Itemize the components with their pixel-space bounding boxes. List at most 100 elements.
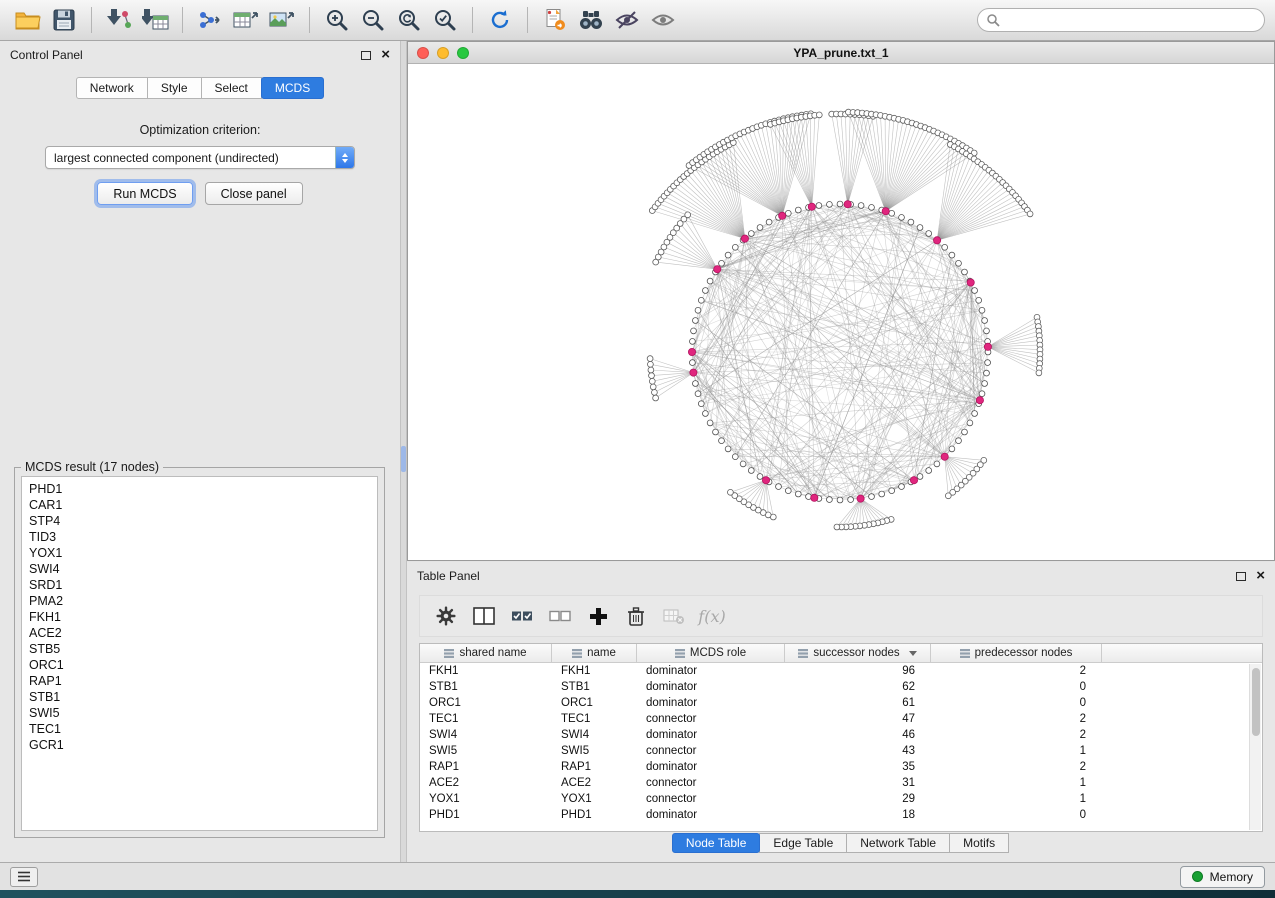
zoom-in-button[interactable] [319, 4, 355, 36]
mcds-result-item[interactable]: SRD1 [29, 577, 370, 593]
mcds-result-item[interactable]: PHD1 [29, 481, 370, 497]
hide-panel-button[interactable] [609, 4, 645, 36]
scrollbar-thumb[interactable] [1252, 668, 1260, 736]
table-cell: 31 [785, 777, 931, 789]
tab-mcds[interactable]: MCDS [261, 77, 324, 99]
memory-button[interactable]: Memory [1180, 866, 1265, 888]
select-all-button[interactable] [506, 601, 538, 631]
float-table-panel-icon[interactable] [1236, 572, 1246, 581]
task-history-button[interactable] [10, 867, 38, 887]
search-box[interactable] [977, 8, 1265, 32]
tab-node-table[interactable]: Node Table [672, 833, 761, 853]
float-panel-icon[interactable] [361, 51, 371, 60]
search-input[interactable] [1005, 13, 1256, 27]
table-cell: 0 [931, 809, 1102, 821]
tab-network-table[interactable]: Network Table [846, 833, 950, 853]
table-row[interactable]: ACE2ACE2connector311 [420, 775, 1262, 791]
column-grid-icon [572, 649, 582, 658]
show-columns-button[interactable] [468, 601, 500, 631]
mcds-result-item[interactable]: ACE2 [29, 625, 370, 641]
traffic-light-minimize[interactable] [437, 47, 449, 59]
close-table-panel-icon[interactable]: × [1256, 571, 1265, 581]
vertical-splitter[interactable] [400, 41, 407, 862]
trash-icon [625, 606, 647, 627]
export-image-button[interactable] [264, 4, 300, 36]
import-table-button[interactable] [137, 4, 173, 36]
traffic-light-maximize[interactable] [457, 47, 469, 59]
export-network-button[interactable] [192, 4, 228, 36]
splitter-collapse-handle[interactable] [401, 446, 406, 472]
mcds-result-item[interactable]: PMA2 [29, 593, 370, 609]
new-column-button[interactable] [582, 601, 614, 631]
table-row[interactable]: STB1STB1dominator620 [420, 679, 1262, 695]
close-panel-icon[interactable]: × [381, 50, 390, 60]
mcds-result-item[interactable]: GCR1 [29, 737, 370, 753]
mcds-result-list[interactable]: PHD1CAR1STP4TID3YOX1SWI4SRD1PMA2FKH1ACE2… [21, 476, 378, 831]
table-scrollbar[interactable] [1249, 664, 1261, 830]
tab-style[interactable]: Style [147, 77, 202, 99]
table-cell: 1 [931, 793, 1102, 805]
apply-layout-button[interactable] [482, 4, 518, 36]
control-panel-header: Control Panel × [0, 41, 400, 69]
table-tabbar: Node Table Edge Table Network Table Moti… [407, 833, 1275, 853]
run-mcds-button[interactable]: Run MCDS [97, 182, 192, 205]
mcds-result-item[interactable]: SWI5 [29, 705, 370, 721]
close-panel-button[interactable]: Close panel [205, 182, 303, 205]
open-file-button[interactable] [10, 4, 46, 36]
mcds-result-item[interactable]: RAP1 [29, 673, 370, 689]
mcds-result-item[interactable]: FKH1 [29, 609, 370, 625]
mcds-result-item[interactable]: TEC1 [29, 721, 370, 737]
tab-edge-table[interactable]: Edge Table [759, 833, 847, 853]
table-cell: SWI4 [420, 729, 552, 741]
find-button[interactable] [573, 4, 609, 36]
zoom-fit-button[interactable] [391, 4, 427, 36]
toolbar-separator [309, 7, 310, 33]
table-cell: dominator [637, 761, 785, 773]
clear-values-button[interactable] [658, 601, 690, 631]
table-row[interactable]: PHD1PHD1dominator180 [420, 807, 1262, 823]
network-canvas[interactable] [408, 64, 1274, 560]
export-table-button[interactable] [228, 4, 264, 36]
mcds-result-item[interactable]: TID3 [29, 529, 370, 545]
mcds-result-item[interactable]: YOX1 [29, 545, 370, 561]
import-network-button[interactable] [101, 4, 137, 36]
zoom-out-button[interactable] [355, 4, 391, 36]
table-panel: Table Panel × [407, 562, 1275, 862]
table-row[interactable]: SWI4SWI4dominator462 [420, 727, 1262, 743]
zoom-selected-button[interactable] [427, 4, 463, 36]
mcds-result-item[interactable]: CAR1 [29, 497, 370, 513]
mcds-result-item[interactable]: STP4 [29, 513, 370, 529]
apply-function-button[interactable]: f(x) [696, 601, 728, 631]
table-row[interactable]: RAP1RAP1dominator352 [420, 759, 1262, 775]
column-header-name[interactable]: name [552, 644, 637, 662]
table-cell: ORC1 [552, 697, 637, 709]
mcds-result-item[interactable]: ORC1 [29, 657, 370, 673]
column-header-mcds-role[interactable]: MCDS role [637, 644, 785, 662]
table-row[interactable]: SWI5SWI5connector431 [420, 743, 1262, 759]
column-header-shared-name[interactable]: shared name [420, 644, 552, 662]
table-mode-button[interactable] [430, 601, 462, 631]
table-row[interactable]: FKH1FKH1dominator962 [420, 663, 1262, 679]
tab-select[interactable]: Select [201, 77, 262, 99]
tab-network[interactable]: Network [76, 77, 148, 99]
copy-document-button[interactable] [537, 4, 573, 36]
table-row[interactable]: ORC1ORC1dominator610 [420, 695, 1262, 711]
table-cell: 2 [931, 729, 1102, 741]
show-panel-button[interactable] [645, 4, 681, 36]
column-header-predecessor-nodes[interactable]: predecessor nodes [931, 644, 1102, 662]
mcds-result-item[interactable]: STB5 [29, 641, 370, 657]
table-row[interactable]: YOX1YOX1connector291 [420, 791, 1262, 807]
traffic-light-close[interactable] [417, 47, 429, 59]
control-panel: Control Panel × Network Style Select MCD… [0, 41, 400, 862]
table-cell: PHD1 [552, 809, 637, 821]
delete-column-button[interactable] [620, 601, 652, 631]
table-row[interactable]: TEC1TEC1connector472 [420, 711, 1262, 727]
deselect-all-button[interactable] [544, 601, 576, 631]
criterion-dropdown[interactable]: largest connected component (undirected) [45, 146, 355, 169]
tab-motifs[interactable]: Motifs [949, 833, 1009, 853]
mcds-result-item[interactable]: STB1 [29, 689, 370, 705]
save-session-button[interactable] [46, 4, 82, 36]
column-header-successor-nodes[interactable]: successor nodes [785, 644, 931, 662]
mcds-result-item[interactable]: SWI4 [29, 561, 370, 577]
column-grid-icon [444, 649, 454, 658]
